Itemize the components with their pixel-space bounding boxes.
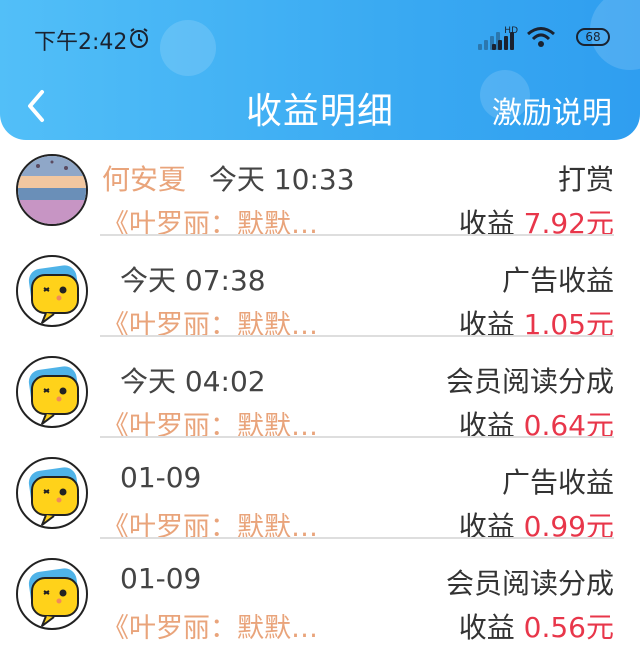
alarm-icon bbox=[130, 28, 148, 48]
income-type: 会员阅读分成 bbox=[445, 567, 614, 600]
earning: 收益 0.64元 bbox=[459, 404, 614, 444]
list-item[interactable]: 何安夏 今天 10:33 打赏 《叶罗丽：默默… 收益 7.92元 bbox=[0, 140, 640, 241]
divider bbox=[100, 436, 614, 438]
avatar bbox=[16, 558, 88, 630]
earning: 收益 0.56元 bbox=[459, 606, 614, 646]
earnings-list: 何安夏 今天 10:33 打赏 《叶罗丽：默默… 收益 7.92元 今天 07:… bbox=[0, 140, 640, 645]
earning-label: 收益 bbox=[458, 611, 515, 644]
hd-label: HD bbox=[504, 26, 518, 36]
avatar-cartoon-icon bbox=[28, 265, 80, 325]
list-item[interactable]: 01-09 广告收益 《叶罗丽：默默… 收益 0.99元 bbox=[0, 443, 640, 544]
status-time: 下午2:42 bbox=[34, 30, 128, 55]
entry-time: 今天 07:38 bbox=[120, 264, 266, 297]
earning: 收益 0.99元 bbox=[459, 505, 614, 545]
list-item[interactable]: 今天 04:02 会员阅读分成 《叶罗丽：默默… 收益 0.64元 bbox=[0, 342, 640, 443]
divider bbox=[100, 537, 614, 539]
battery-icon: 68 bbox=[576, 28, 610, 46]
book-title: 《叶罗丽：默默… bbox=[102, 613, 318, 644]
avatar bbox=[16, 154, 88, 226]
user-name: 何安夏 bbox=[102, 163, 187, 196]
income-type: 打赏 bbox=[557, 163, 614, 196]
incentive-info-link[interactable]: 激励说明 bbox=[492, 88, 612, 132]
list-item[interactable]: 今天 07:38 广告收益 《叶罗丽：默默… 收益 1.05元 bbox=[0, 241, 640, 342]
entry-time: 01-09 bbox=[120, 461, 202, 494]
avatar bbox=[16, 457, 88, 529]
divider bbox=[100, 234, 614, 236]
avatar bbox=[16, 356, 88, 428]
income-type: 广告收益 bbox=[501, 264, 614, 297]
divider bbox=[100, 335, 614, 337]
entry-time: 01-09 bbox=[120, 562, 202, 595]
avatar-cartoon-icon bbox=[28, 467, 80, 527]
avatar-photo-icon bbox=[18, 156, 86, 224]
earning: 收益 1.05元 bbox=[459, 303, 614, 343]
avatar bbox=[16, 255, 88, 327]
income-type: 广告收益 bbox=[501, 466, 614, 499]
list-item[interactable]: 01-09 会员阅读分成 《叶罗丽：默默… 收益 0.56元 bbox=[0, 544, 640, 645]
earning: 收益 7.92元 bbox=[459, 202, 614, 242]
entry-time: 今天 04:02 bbox=[120, 365, 266, 398]
avatar-cartoon-icon bbox=[28, 568, 80, 628]
income-type: 会员阅读分成 bbox=[445, 365, 614, 398]
earning-amount: 0.56元 bbox=[523, 611, 614, 644]
entry-time: 今天 10:33 bbox=[208, 163, 355, 196]
wifi-icon bbox=[527, 27, 555, 47]
avatar-cartoon-icon bbox=[28, 366, 80, 426]
top-bar: 下午2:42 HD 68 收益明细 激励说明 bbox=[0, 0, 640, 140]
signal-icon: HD bbox=[492, 26, 518, 50]
status-bar: 下午2:42 HD 68 bbox=[0, 18, 640, 58]
